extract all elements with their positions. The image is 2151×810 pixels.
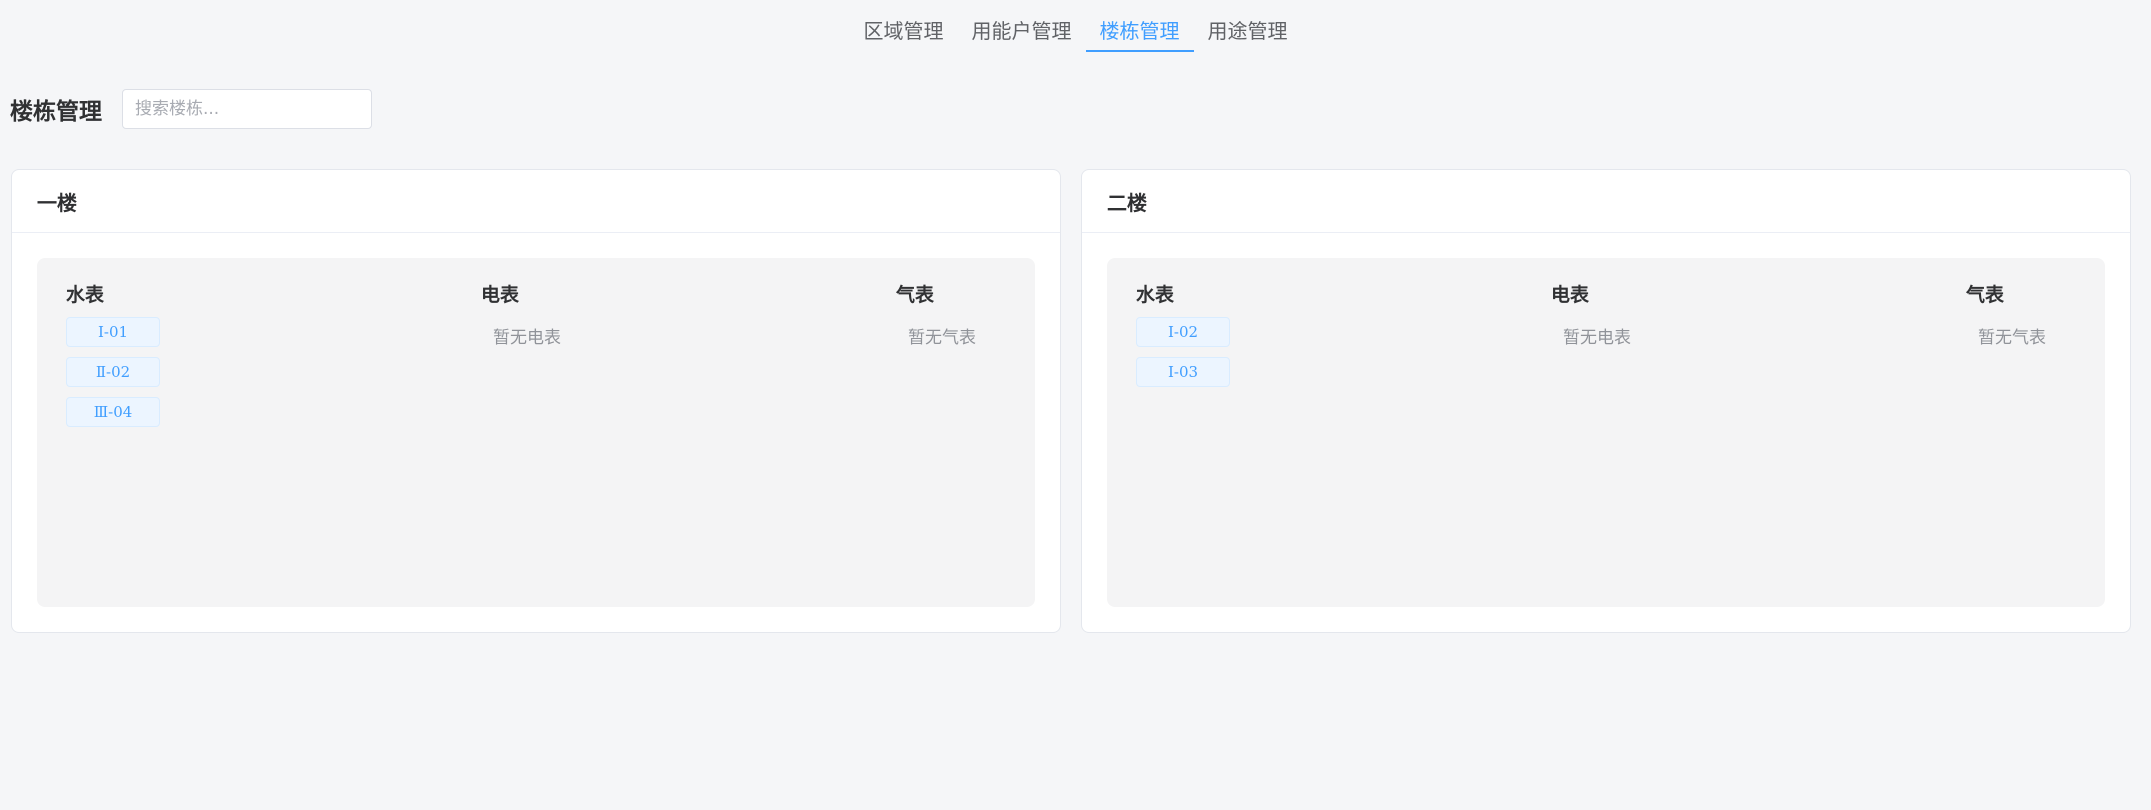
water-meter-column: 水表 Ⅰ-02 Ⅰ-03 (1136, 280, 1551, 585)
electric-meter-empty: 暂无电表 (493, 328, 561, 348)
page-header: 楼栋管理 (10, 89, 372, 129)
water-meter-column: 水表 Ⅰ-01 Ⅱ-02 Ⅲ-04 (66, 280, 481, 585)
meters-panel: 水表 Ⅰ-02 Ⅰ-03 电表 暂无电表 气表 暂无气表 (1107, 258, 2105, 607)
meters-panel: 水表 Ⅰ-01 Ⅱ-02 Ⅲ-04 电表 暂无电表 气表 暂无气表 (37, 258, 1035, 607)
water-meter-tag[interactable]: Ⅰ-01 (66, 317, 160, 347)
tab-area-management[interactable]: 区域管理 (850, 14, 958, 48)
electric-meter-column: 电表 暂无电表 (1551, 280, 1966, 585)
water-meter-tag[interactable]: Ⅰ-03 (1136, 357, 1230, 387)
electric-meter-title: 电表 (481, 284, 520, 306)
top-tabs: 区域管理 用能户管理 楼栋管理 用途管理 (0, 0, 2151, 56)
gas-meter-empty: 暂无气表 (1978, 328, 2046, 348)
water-meter-tag[interactable]: Ⅲ-04 (66, 397, 160, 427)
building-name: 一楼 (12, 170, 1060, 233)
water-meter-title: 水表 (1136, 284, 1175, 306)
search-input[interactable] (122, 89, 372, 129)
building-name: 二楼 (1082, 170, 2130, 233)
gas-meter-title: 气表 (1966, 284, 2005, 306)
building-card: 二楼 水表 Ⅰ-02 Ⅰ-03 电表 暂无电表 气表 暂无气表 (1081, 169, 2131, 633)
gas-meter-empty: 暂无气表 (908, 328, 976, 348)
page-title: 楼栋管理 (10, 99, 102, 125)
gas-meter-column: 气表 暂无气表 (896, 280, 1006, 585)
tabs-list: 区域管理 用能户管理 楼栋管理 用途管理 (850, 14, 1302, 52)
water-meter-tag[interactable]: Ⅱ-02 (66, 357, 160, 387)
electric-meter-title: 电表 (1551, 284, 1590, 306)
gas-meter-title: 气表 (896, 284, 935, 306)
tab-user-management[interactable]: 用能户管理 (958, 14, 1086, 48)
water-meter-title: 水表 (66, 284, 105, 306)
electric-meter-empty: 暂无电表 (1563, 328, 1631, 348)
building-card: 一楼 水表 Ⅰ-01 Ⅱ-02 Ⅲ-04 电表 暂无电表 气表 暂无气表 (11, 169, 1061, 633)
water-meter-tag[interactable]: Ⅰ-02 (1136, 317, 1230, 347)
building-cards: 一楼 水表 Ⅰ-01 Ⅱ-02 Ⅲ-04 电表 暂无电表 气表 暂无气表 二楼 … (11, 169, 2131, 633)
electric-meter-column: 电表 暂无电表 (481, 280, 896, 585)
tab-usage-management[interactable]: 用途管理 (1194, 14, 1302, 48)
gas-meter-column: 气表 暂无气表 (1966, 280, 2076, 585)
tab-building-management[interactable]: 楼栋管理 (1085, 14, 1194, 52)
